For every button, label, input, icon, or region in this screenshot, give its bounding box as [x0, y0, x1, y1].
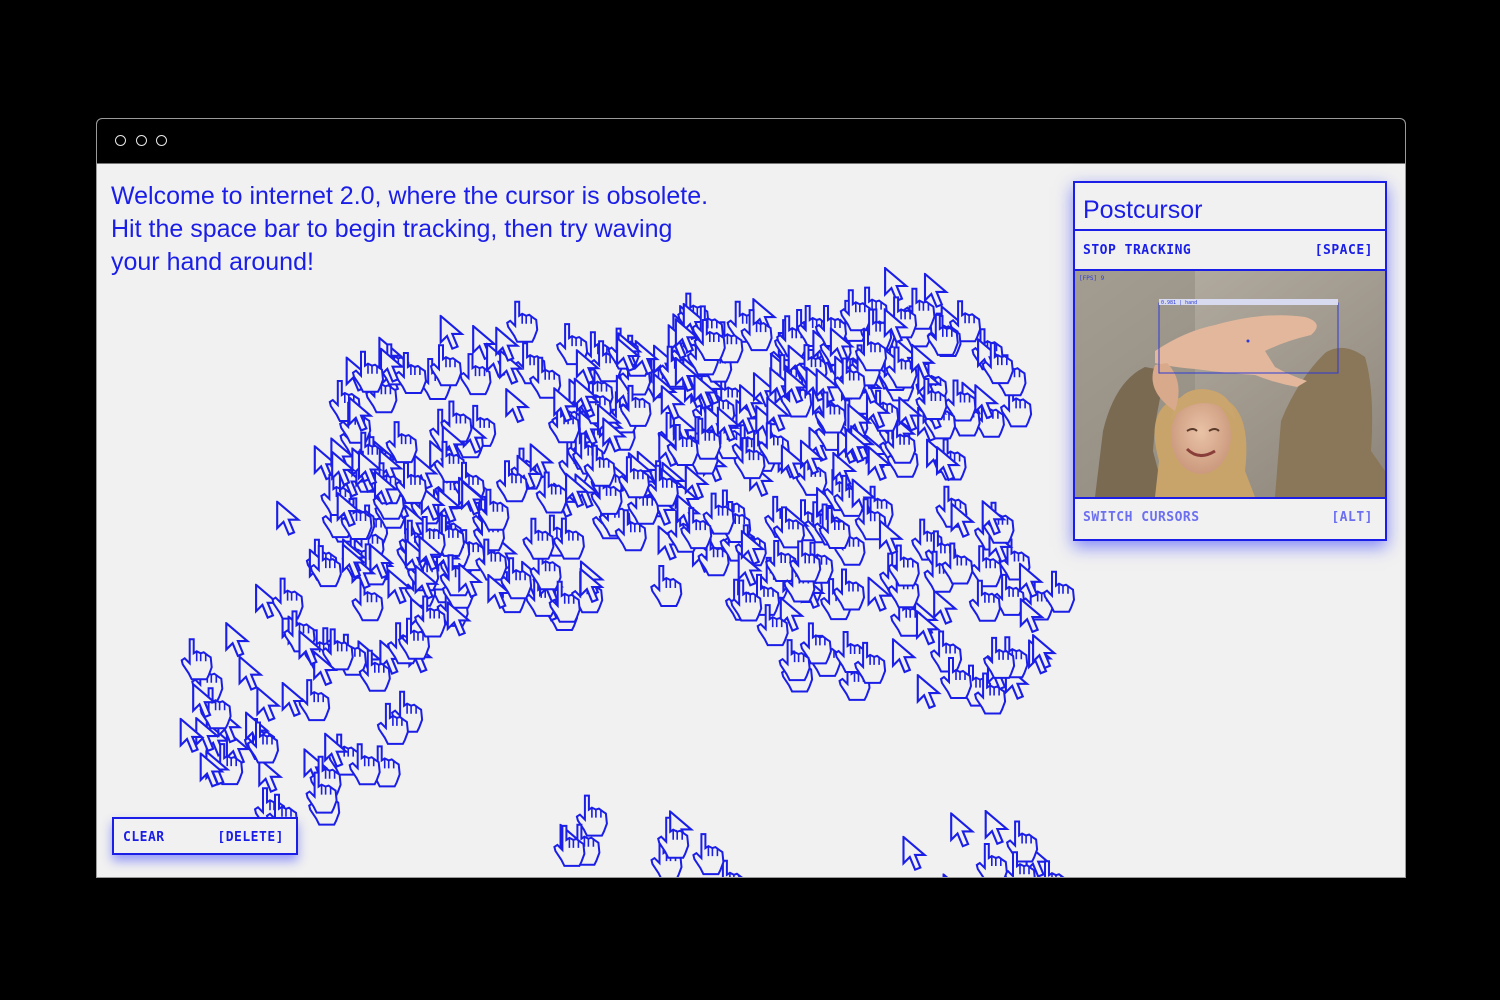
hand-pointer-icon [1006, 820, 1039, 863]
arrow-cursor-icon [256, 686, 280, 722]
arrow-cursor-icon [984, 810, 1008, 845]
window-minimize-dot[interactable] [136, 135, 147, 146]
clear-button[interactable]: CLEAR [DELETE] [112, 817, 298, 855]
arrow-cursor-icon [225, 622, 249, 657]
welcome-line-1: Welcome to internet 2.0, where the curso… [111, 182, 709, 210]
stop-tracking-button[interactable]: STOP TRACKING [SPACE] [1075, 231, 1385, 271]
arrow-cursor-icon [950, 812, 974, 848]
arrow-cursor-icon [258, 757, 282, 793]
browser-window: Welcome to internet 2.0, where the curso… [96, 118, 1406, 878]
postcursor-panel: Postcursor STOP TRACKING [SPACE] 0.981 |… [1073, 181, 1387, 541]
arrow-cursor-icon [281, 682, 305, 717]
stop-tracking-label: STOP TRACKING [1083, 243, 1192, 258]
arrow-cursor-icon [891, 638, 916, 674]
stop-tracking-key: [SPACE] [1314, 243, 1373, 258]
switch-cursors-button[interactable]: SWITCH CURSORS [ALT] [1075, 499, 1385, 535]
arrow-cursor-icon [387, 569, 411, 605]
switch-cursors-key: [ALT] [1331, 510, 1373, 525]
arrow-cursor-icon [505, 388, 529, 423]
hand-pointer-icon [692, 833, 725, 876]
arrow-cursor-icon [276, 500, 300, 536]
page-canvas[interactable]: Welcome to internet 2.0, where the curso… [97, 164, 1405, 877]
detection-label: 0.981 | hand [1161, 300, 1197, 306]
arrow-cursor-icon [933, 589, 957, 625]
arrow-cursor-icon [238, 655, 262, 691]
arrow-cursor-icon [942, 873, 966, 877]
arrow-cursor-icon [439, 314, 463, 350]
window-titlebar [97, 119, 1405, 164]
clear-button-key: [DELETE] [217, 830, 284, 845]
hand-pointer-icon [180, 638, 213, 681]
window-close-dot[interactable] [115, 135, 126, 146]
welcome-line-2: Hit the space bar to begin tracking, the… [111, 215, 673, 243]
hand-pointer-icon [930, 630, 963, 673]
welcome-message: Welcome to internet 2.0, where the curso… [111, 180, 791, 279]
webcam-feed: 0.981 | hand [FPS] 9 [1075, 271, 1385, 499]
panel-title: Postcursor [1075, 183, 1385, 231]
arrow-cursor-icon [902, 835, 926, 871]
hand-pointer-icon [650, 565, 683, 607]
arrow-cursor-icon [884, 267, 908, 302]
hand-pointer-icon [506, 300, 539, 343]
hand-pointer-icon [975, 843, 1008, 877]
window-zoom-dot[interactable] [156, 135, 167, 146]
fps-label: [FPS] 9 [1079, 275, 1105, 282]
clear-button-label: CLEAR [123, 830, 165, 845]
welcome-line-3: your hand around! [111, 248, 314, 276]
hand-pointer-icon [271, 577, 304, 620]
arrow-cursor-icon [916, 674, 940, 709]
webcam-image: 0.981 | hand [FPS] 9 [1075, 271, 1385, 497]
switch-cursors-label: SWITCH CURSORS [1083, 510, 1200, 525]
hand-pointer-icon [459, 353, 492, 396]
